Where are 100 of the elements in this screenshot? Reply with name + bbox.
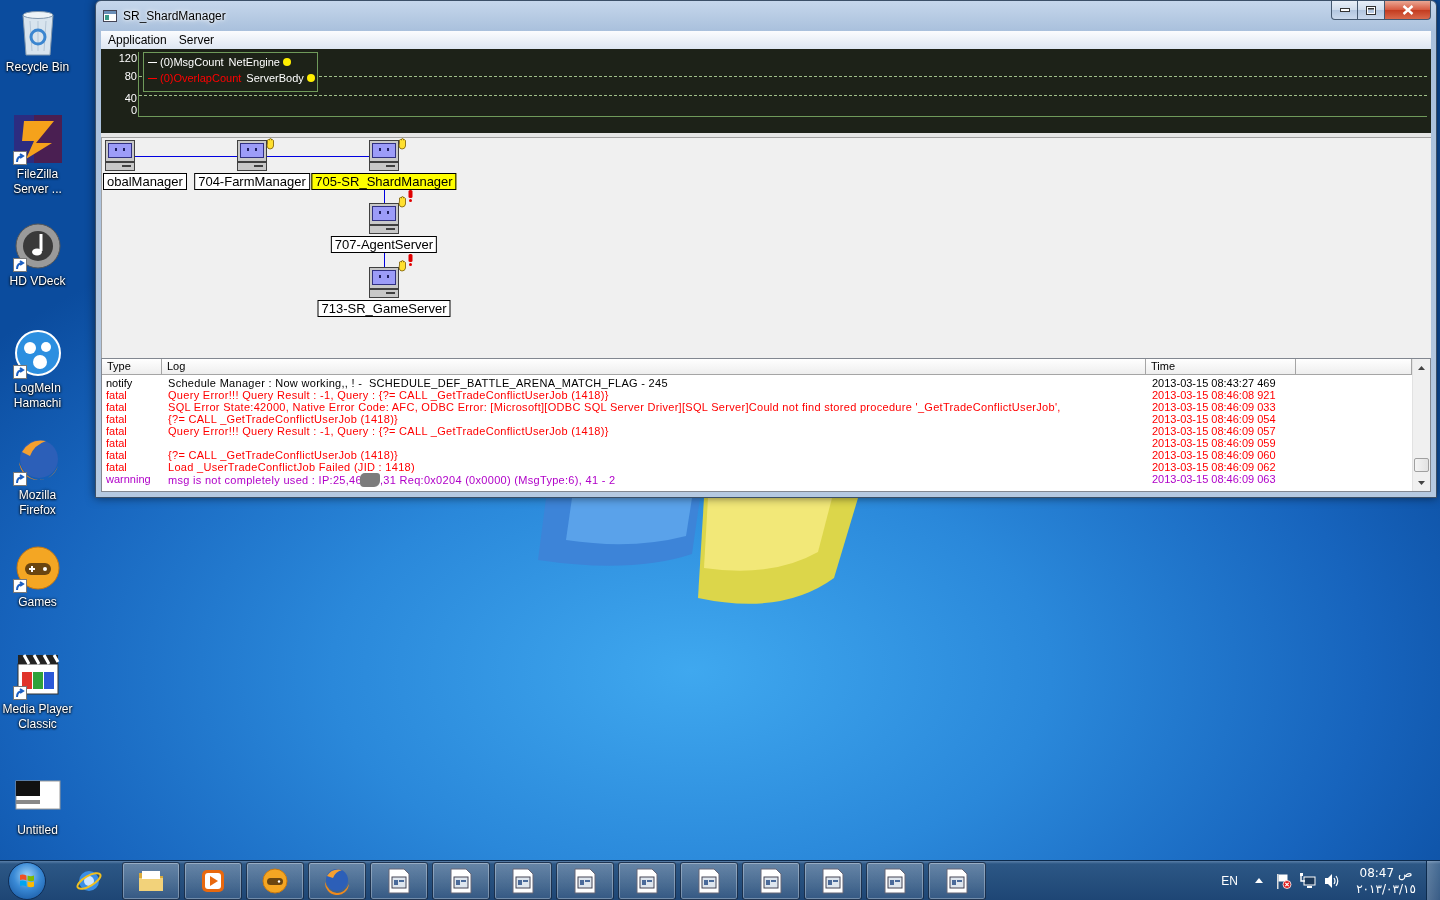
log-type: notify xyxy=(105,377,134,389)
axis-label: 80 xyxy=(124,70,137,82)
axis-label: 120 xyxy=(118,52,137,64)
desktop-icon-label[interactable]: HD VDeck xyxy=(0,274,75,289)
legend-source: ServerBody xyxy=(246,72,304,84)
taskbar-button[interactable] xyxy=(742,861,800,900)
node-label[interactable]: obalManager xyxy=(103,173,187,190)
log-time: 2013-03-15 08:46:09 060 xyxy=(1151,449,1277,461)
taskbar-button[interactable] xyxy=(618,861,676,900)
taskbar-button[interactable] xyxy=(804,861,862,900)
legend-source: NetEngine xyxy=(228,56,280,68)
connector-line xyxy=(384,190,385,203)
node-label[interactable]: 705-SR_ShardManager xyxy=(311,173,457,190)
computer-icon[interactable] xyxy=(369,140,399,171)
log-message: Query Error!!! Query Result : -1, Query : {?= CALL _GetTradeConflictUserJob (1418)} xyxy=(168,389,609,401)
dots-circle-icon[interactable] xyxy=(13,329,62,377)
log-message: Query Error!!! Query Result : -1, Query : {?= CALL _GetTradeConflictUserJob (1418)} xyxy=(168,425,609,437)
log-type: fatal xyxy=(105,401,128,413)
scrollbar[interactable] xyxy=(1412,359,1430,491)
window-icon xyxy=(450,867,472,894)
log-message: {?= CALL _GetTradeConflictUserJob (1418)} xyxy=(168,413,399,425)
computer-icon[interactable] xyxy=(369,267,399,298)
window-title: SR_ShardManager xyxy=(123,9,226,23)
taskbar-button[interactable] xyxy=(184,861,242,900)
log-type: fatal xyxy=(105,425,128,437)
window-icon xyxy=(884,867,906,894)
log-message: msg is not completely used : IP:25,46 xyxy=(168,474,362,486)
log-time: 2013-03-15 08:46:09 063 xyxy=(1151,473,1277,487)
node-label[interactable]: 713-SR_GameServer xyxy=(317,300,451,317)
gamepad-icon[interactable] xyxy=(13,543,62,591)
window-icon xyxy=(760,867,782,894)
log-type: fatal xyxy=(105,413,128,425)
column-header[interactable]: Type xyxy=(102,359,162,375)
desktop-icon-label[interactable]: FileZilla Server ... xyxy=(0,167,75,197)
music-disc-icon[interactable] xyxy=(13,222,62,270)
computer-icon[interactable] xyxy=(105,140,135,171)
legend-counter: (0)MsgCount xyxy=(160,56,224,68)
desktop-icon-label[interactable]: Mozilla Firefox xyxy=(0,488,75,518)
bolt-tile-icon[interactable] xyxy=(13,115,62,163)
taskbar-button[interactable] xyxy=(928,861,986,900)
taskbar-button[interactable] xyxy=(866,861,924,900)
minimize-button[interactable] xyxy=(1331,1,1358,20)
computer-icon[interactable] xyxy=(237,140,267,171)
menu-item[interactable]: Application xyxy=(102,33,173,47)
window-icon[interactable] xyxy=(103,9,117,23)
column-header[interactable]: Log xyxy=(162,359,1146,375)
taskbar-button[interactable] xyxy=(680,861,738,900)
taskbar-button[interactable] xyxy=(494,861,552,900)
node-label[interactable]: 704-FarmManager xyxy=(194,173,310,190)
log-time: 2013-03-15 08:46:09 057 xyxy=(1151,425,1277,437)
show-desktop-button[interactable] xyxy=(1426,861,1440,900)
desktop-icon-label[interactable]: Untitled xyxy=(0,823,75,838)
menu-item[interactable]: Server xyxy=(172,33,221,47)
desktop-icon-label[interactable]: Recycle Bin xyxy=(0,60,75,75)
close-button[interactable] xyxy=(1385,1,1431,20)
log-type: fatal xyxy=(105,389,128,401)
globe-icon xyxy=(323,866,351,895)
node-label[interactable]: 707-AgentServer xyxy=(330,236,438,253)
clock-time[interactable]: 08:47 ص xyxy=(1359,864,1413,881)
maximize-icon xyxy=(1366,5,1376,15)
connector-line xyxy=(384,253,385,267)
flag-error-icon[interactable] xyxy=(1276,872,1292,889)
log-time: 2013-03-15 08:46:09 033 xyxy=(1151,401,1277,413)
axis-label: 40 xyxy=(124,92,137,104)
caret-down-icon xyxy=(1418,480,1425,485)
scroll-thumb[interactable] xyxy=(1414,458,1429,472)
axis-label: 0 xyxy=(130,104,137,116)
caret-up-icon xyxy=(1418,365,1425,370)
taskbar-button[interactable] xyxy=(308,861,366,900)
log-message: Schedule Manager : Now working,, ! - SCHEDULE_DEF_BATTLE_ARENA_MATCH_FLAG - 245 xyxy=(168,377,668,389)
desktop-icon-label[interactable]: LogMeIn Hamachi xyxy=(0,381,75,411)
column-header[interactable]: Time xyxy=(1146,359,1296,375)
maximize-button[interactable] xyxy=(1358,1,1385,20)
language-indicator[interactable]: EN xyxy=(1221,873,1238,888)
window-icon xyxy=(388,867,410,894)
taskbar-button[interactable] xyxy=(432,861,490,900)
legend-counter: (0)OverlapCount xyxy=(160,72,242,84)
computer-icon[interactable] xyxy=(369,203,399,234)
log-type: fatal xyxy=(105,461,128,473)
taskbar-button[interactable] xyxy=(122,861,180,900)
log-time: 2013-03-15 08:46:08 921 xyxy=(1151,389,1277,401)
taskbar-button[interactable] xyxy=(246,861,304,900)
start-button[interactable] xyxy=(8,861,46,900)
window-icon xyxy=(574,867,596,894)
log-time: 2013-03-15 08:46:09 062 xyxy=(1151,461,1277,473)
taskbar-button[interactable] xyxy=(556,861,614,900)
caret-up-icon xyxy=(1255,878,1263,883)
log-type: fatal xyxy=(105,437,128,449)
desktop-icon-label[interactable]: Media Player Classic xyxy=(0,702,75,732)
window-icon xyxy=(822,867,844,894)
desktop-icon-label[interactable]: Games xyxy=(0,595,75,610)
window-icon xyxy=(512,867,534,894)
log-time: 2013-03-15 08:46:09 054 xyxy=(1151,413,1277,425)
clock-date[interactable]: ٢٠١٣/٠٣/١٥ xyxy=(1356,880,1416,897)
log-time: 2013-03-15 08:46:09 059 xyxy=(1151,437,1277,449)
log-message: SQL Error State:42000, Native Error Code: AFC, ODBC Error: [Microsoft][ODBC SQL Server Driver][SQL Server]Could not find stored procedure '_GetTradeConflictUserJob', xyxy=(168,401,1061,413)
speaker-icon[interactable] xyxy=(1324,872,1340,889)
network-monitor-icon[interactable] xyxy=(1300,872,1316,889)
taskbar-button[interactable] xyxy=(370,861,428,900)
window-icon xyxy=(636,867,658,894)
